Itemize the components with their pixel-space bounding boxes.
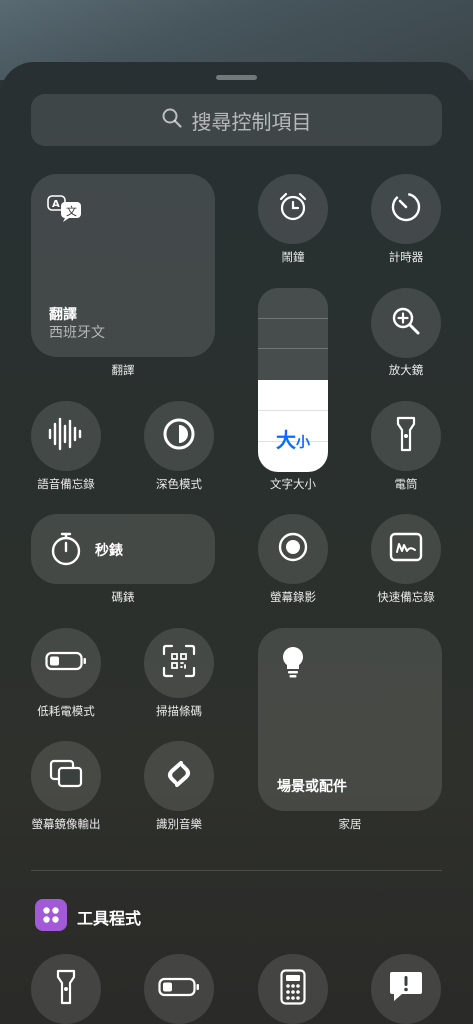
translate-subtitle: 西班牙文: [49, 325, 105, 341]
search-icon: [162, 108, 182, 132]
battery-icon: [158, 977, 200, 1001]
screen-mirroring-button[interactable]: [31, 741, 101, 811]
slider-tick: [258, 348, 328, 349]
calculator-icon: [280, 969, 306, 1009]
tools-low-power-button[interactable]: [144, 954, 214, 1024]
magnifier-label: 放大鏡: [388, 363, 424, 377]
translate-title: 翻譯: [49, 307, 77, 323]
svg-text:文: 文: [66, 204, 77, 218]
stopwatch-label: 碼錶: [111, 590, 135, 604]
stopwatch-button[interactable]: 秒錶: [31, 514, 215, 584]
scan-code-label: 掃描條碼: [156, 704, 202, 718]
qr-scan-icon: [162, 644, 196, 682]
screen-mirroring-label: 螢幕鏡像輸出: [31, 817, 101, 831]
quick-note-icon: [389, 532, 423, 566]
home-tile[interactable]: 場景或配件: [258, 628, 442, 811]
magnifier-icon: [390, 305, 422, 341]
dark-mode-button[interactable]: [144, 401, 214, 471]
timer-label: 計時器: [388, 250, 424, 264]
quick-note-button[interactable]: [371, 514, 441, 584]
screen-recording-button[interactable]: [258, 514, 328, 584]
dark-mode-label: 深色模式: [156, 477, 202, 491]
svg-text:A: A: [52, 199, 60, 210]
tools-feedback-button[interactable]: [371, 954, 441, 1024]
screen-recording-label: 螢幕錄影: [270, 590, 316, 604]
magnifier-button[interactable]: [371, 288, 441, 358]
shazam-button[interactable]: [144, 741, 214, 811]
translate-tile[interactable]: A 文 翻譯 西班牙文: [31, 174, 215, 357]
flashlight-button[interactable]: [371, 401, 441, 471]
stopwatch-tile-text: 秒錶: [95, 543, 123, 559]
shazam-icon: [163, 757, 195, 795]
tools-flashlight-button[interactable]: [31, 954, 101, 1024]
search-placeholder: 搜尋控制項目: [191, 109, 312, 134]
tools-app-icon: [35, 899, 67, 931]
timer-button[interactable]: [371, 174, 441, 244]
home-label: 家居: [338, 817, 362, 831]
flashlight-label: 電筒: [394, 477, 418, 491]
battery-icon: [45, 651, 87, 675]
record-icon: [277, 531, 309, 567]
shazam-label: 識別音樂: [156, 817, 202, 831]
section-divider: [31, 870, 442, 871]
quick-note-label: 快速備忘錄: [377, 590, 435, 604]
home-tile-text: 場景或配件: [277, 779, 347, 795]
dark-mode-icon: [162, 417, 196, 455]
alarm-label: 鬧鐘: [281, 250, 305, 264]
translate-label: 翻譯: [111, 363, 135, 377]
tools-section-title: 工具程式: [77, 909, 142, 928]
voice-memos-label: 語音備忘錄: [37, 477, 95, 491]
alarm-clock-icon: [277, 191, 309, 227]
waveform-icon: [46, 416, 86, 456]
timer-icon: [389, 190, 423, 228]
text-size-glyph-small: 小: [296, 435, 310, 451]
stopwatch-icon: [48, 531, 84, 571]
light-bulb-icon: [282, 646, 304, 682]
feedback-icon: [388, 970, 424, 1008]
low-power-button[interactable]: [31, 628, 101, 698]
text-size-icon: 大小: [258, 424, 328, 453]
slider-tick: [258, 410, 328, 411]
tools-calculator-button[interactable]: [258, 954, 328, 1024]
search-field[interactable]: 搜尋控制項目: [31, 94, 442, 146]
text-size-label: 文字大小: [270, 477, 316, 491]
text-size-glyph-big: 大: [276, 428, 296, 452]
flashlight-icon: [396, 416, 416, 456]
flashlight-icon: [56, 969, 76, 1009]
sheet-grabber[interactable]: [216, 75, 257, 80]
alarm-button[interactable]: [258, 174, 328, 244]
screen-mirroring-icon: [49, 759, 83, 793]
translate-icon: A 文: [47, 194, 87, 228]
voice-memos-button[interactable]: [31, 401, 101, 471]
scan-code-button[interactable]: [144, 628, 214, 698]
text-size-slider[interactable]: 大小: [258, 288, 328, 472]
low-power-label: 低耗電模式: [37, 704, 95, 718]
slider-tick: [258, 318, 328, 319]
